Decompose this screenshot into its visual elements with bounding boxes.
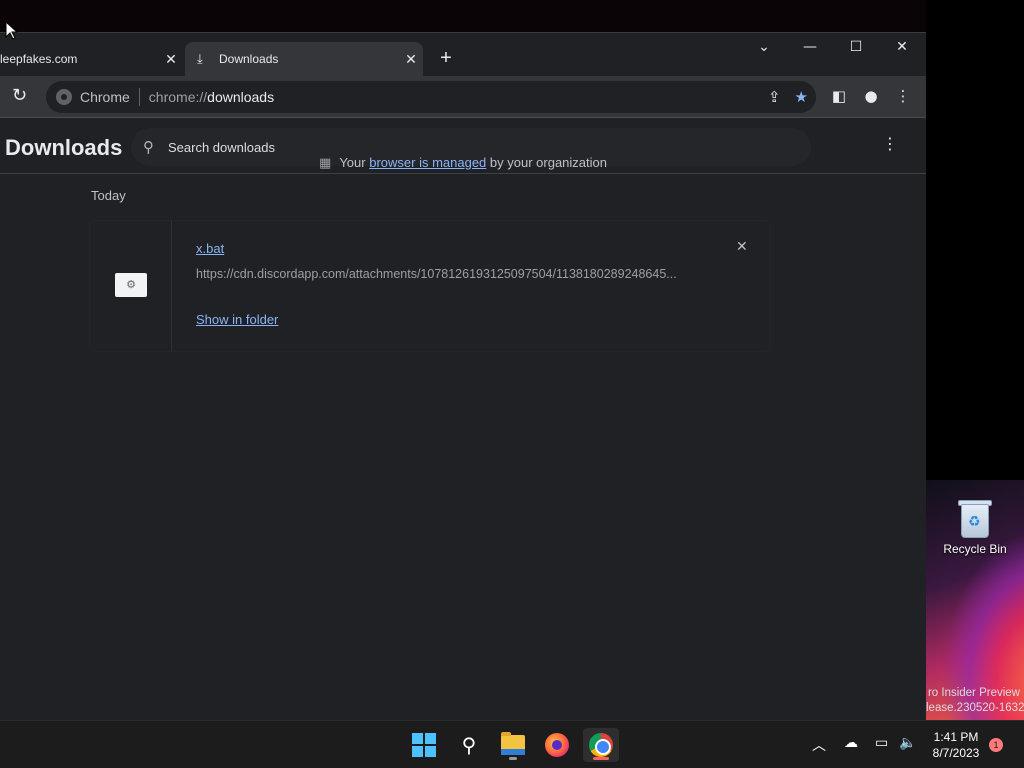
search-icon: ⚲ xyxy=(461,733,477,757)
more-actions-icon[interactable]: ⋮ xyxy=(882,134,898,153)
file-name-link[interactable]: x.bat xyxy=(196,241,224,256)
desktop-wallpaper xyxy=(926,0,1024,720)
search-icon: ⚲ xyxy=(143,138,154,156)
taskbar: ⚲ ︿ ☁ ▭ 🔈 1:41 PM 8/7/2023 1 xyxy=(0,720,1024,768)
download-item: ⚙ x.bat https://cdn.discordapp.com/attac… xyxy=(90,221,770,351)
side-panel-icon[interactable]: ◧ xyxy=(829,87,849,105)
remove-download-icon[interactable]: ✕ xyxy=(736,239,748,255)
show-in-folder-link[interactable]: Show in folder xyxy=(196,312,278,327)
omnibox-actions: ⇪ ★ xyxy=(768,88,808,106)
managed-notice: ▦ Your browser is managed by your organiz… xyxy=(319,155,607,171)
close-tab-icon[interactable]: ✕ xyxy=(159,51,183,68)
file-source-url: https://cdn.discordapp.com/attachments/1… xyxy=(196,267,677,281)
close-window-button[interactable]: ✕ xyxy=(890,39,914,55)
minimize-button[interactable]: — xyxy=(798,39,822,55)
tab-strip: leepfakes.com ✕ ⤓ Downloads ✕ + ⌄ — ☐ ✕ xyxy=(0,33,926,76)
file-icon-column: ⚙ xyxy=(90,221,172,351)
search-input[interactable] xyxy=(168,139,768,155)
tab-search-icon[interactable]: ⌄ xyxy=(752,39,776,55)
clock-date: 8/7/2023 xyxy=(932,746,980,760)
recycle-bin-label: Recycle Bin xyxy=(943,542,1007,556)
bookmark-star-icon[interactable]: ★ xyxy=(795,88,808,106)
mouse-cursor-icon xyxy=(5,21,19,40)
tab-title: leepfakes.com xyxy=(0,52,78,66)
browser-toolbar: ↻ Chrome chrome://downloads ⇪ ★ ◧ ● ⋮ xyxy=(0,76,926,118)
windows-logo-icon xyxy=(412,733,436,757)
share-icon[interactable]: ⇪ xyxy=(768,88,781,106)
onedrive-icon[interactable]: ☁ xyxy=(844,735,858,751)
maximize-button[interactable]: ☐ xyxy=(844,39,868,55)
date-section-label: Today xyxy=(91,188,126,203)
chrome-menu-icon[interactable]: ⋮ xyxy=(893,87,913,105)
firefox-button[interactable] xyxy=(539,728,575,762)
tab-downloads[interactable]: ⤓ Downloads ✕ xyxy=(185,42,423,76)
clock-time: 1:41 PM xyxy=(933,730,979,744)
chevron-up-icon[interactable]: ︿ xyxy=(812,735,826,755)
chrome-icon xyxy=(56,89,72,105)
notification-badge[interactable]: 1 xyxy=(989,738,1003,752)
system-clock[interactable]: 1:41 PM 8/7/2023 xyxy=(920,729,992,761)
tab-title: Downloads xyxy=(219,52,279,66)
batch-file-icon: ⚙ xyxy=(115,273,147,297)
network-icon[interactable]: ▭ xyxy=(875,735,888,751)
omnibox-url[interactable]: chrome://downloads xyxy=(149,89,274,105)
recycle-bin-shortcut[interactable]: ♻ Recycle Bin xyxy=(940,498,1010,556)
volume-icon[interactable]: 🔈 xyxy=(899,735,916,751)
managed-link[interactable]: browser is managed xyxy=(369,155,486,170)
recycle-bin-icon: ♻ xyxy=(957,498,993,538)
os-watermark: ro Insider Preview lease.230520-1632 xyxy=(926,687,1024,714)
chrome-icon xyxy=(589,733,613,757)
omnibox-chrome-label: Chrome xyxy=(80,89,130,105)
new-tab-button[interactable]: + xyxy=(436,47,456,70)
tab-deepfakes[interactable]: leepfakes.com ✕ xyxy=(0,42,183,76)
taskbar-search-button[interactable]: ⚲ xyxy=(451,728,487,762)
building-icon: ▦ xyxy=(319,156,332,171)
chrome-button[interactable] xyxy=(583,728,619,762)
omnibox-divider xyxy=(138,88,140,106)
browser-window: leepfakes.com ✕ ⤓ Downloads ✕ + ⌄ — ☐ ✕ … xyxy=(0,32,926,720)
folder-icon xyxy=(501,732,525,755)
close-tab-icon[interactable]: ✕ xyxy=(399,51,423,68)
reload-icon[interactable]: ↻ xyxy=(12,85,27,106)
profile-icon[interactable]: ● xyxy=(861,87,881,105)
address-bar[interactable]: Chrome chrome://downloads ⇪ ★ xyxy=(46,81,816,113)
start-button[interactable] xyxy=(406,728,442,762)
firefox-icon xyxy=(545,733,569,757)
file-explorer-button[interactable] xyxy=(495,728,531,762)
download-icon: ⤓ xyxy=(197,51,203,67)
